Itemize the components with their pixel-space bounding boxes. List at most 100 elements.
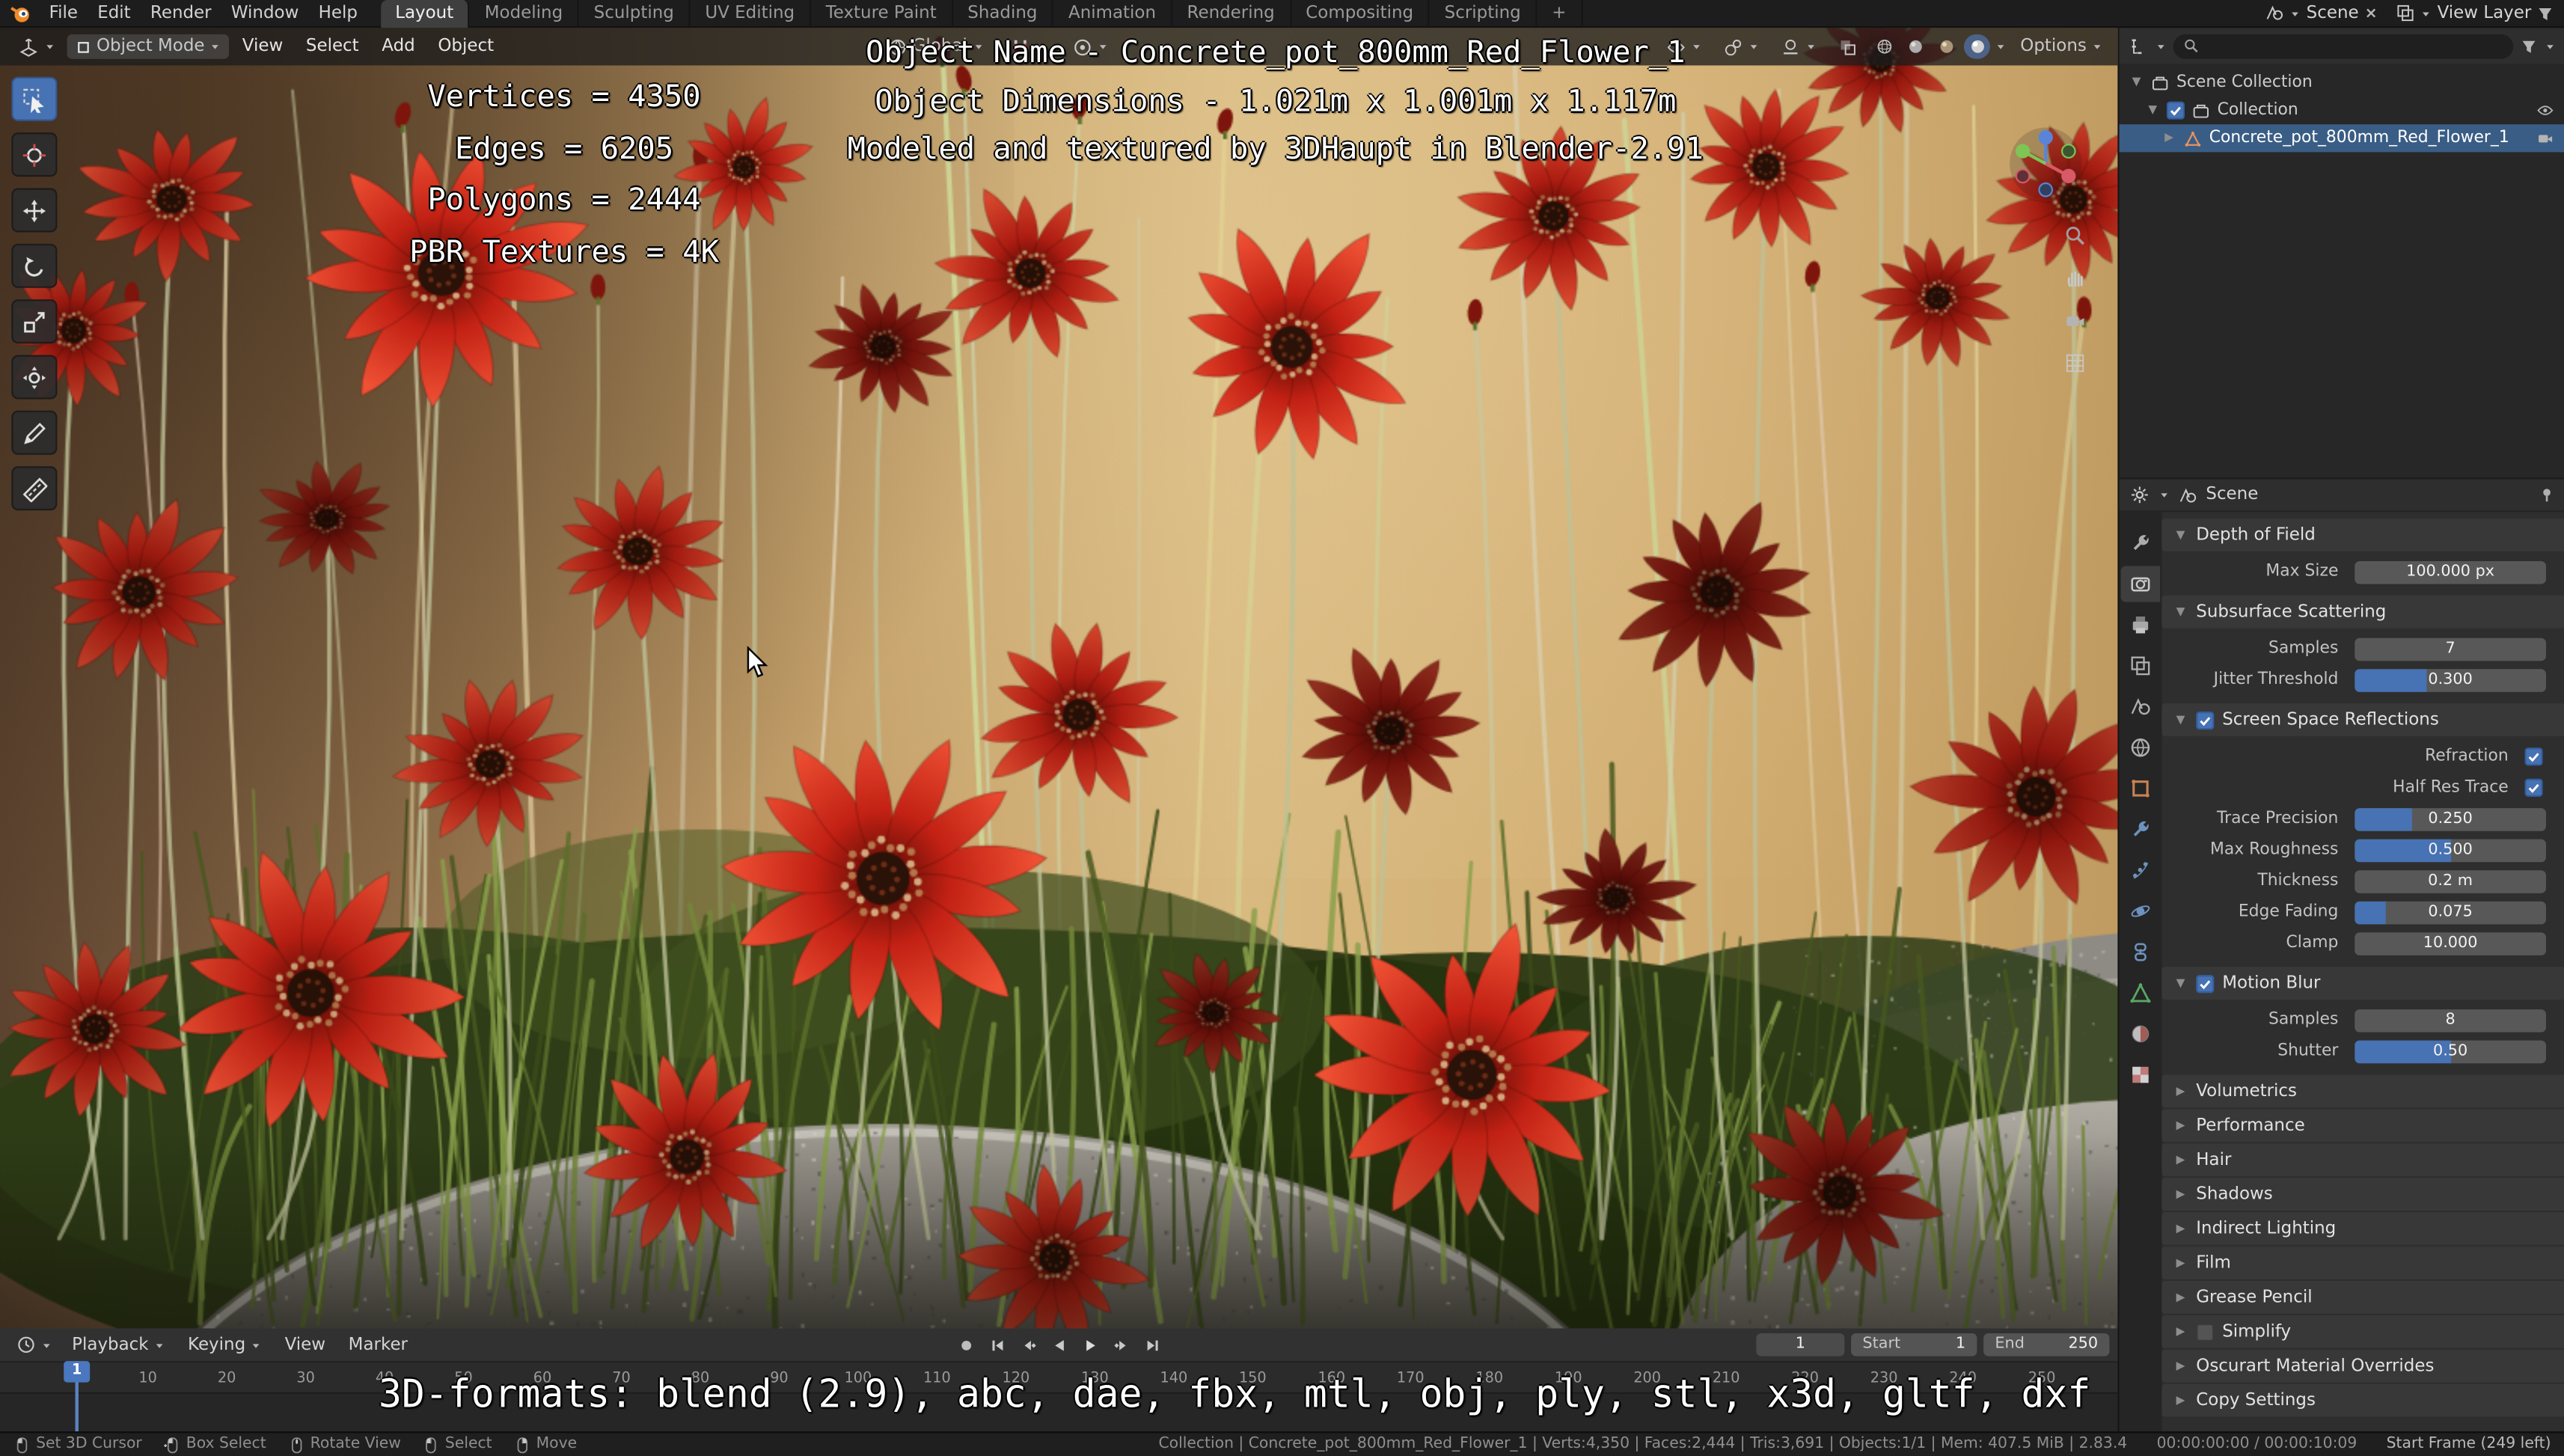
panel-screen-space-reflections[interactable]: ▼ Screen Space Reflections bbox=[2161, 703, 2564, 736]
tab-compositing[interactable]: Compositing bbox=[1291, 0, 1430, 28]
checkbox-refraction[interactable] bbox=[2524, 747, 2543, 766]
panel-expander-icon[interactable]: ▶ bbox=[2173, 1119, 2188, 1131]
panel-expander-icon[interactable]: ▶ bbox=[2173, 1359, 2188, 1371]
tool-move[interactable] bbox=[11, 188, 58, 233]
slider-max-roughness[interactable]: 0.500 bbox=[2355, 838, 2546, 862]
tool-scale[interactable] bbox=[11, 299, 58, 344]
properties-tab-render[interactable] bbox=[2120, 566, 2161, 602]
scene-selector[interactable]: Scene bbox=[2265, 3, 2380, 22]
panel-performance[interactable]: ▶ Performance bbox=[2161, 1109, 2564, 1143]
field-samples[interactable]: 7 bbox=[2355, 637, 2546, 661]
panel-simplify[interactable]: ▶ Simplify bbox=[2161, 1315, 2564, 1348]
transport-skip-end-button[interactable] bbox=[1138, 1333, 1166, 1357]
transport-skip-start-button[interactable] bbox=[983, 1333, 1011, 1357]
panel-expander-icon[interactable]: ▶ bbox=[2173, 1256, 2188, 1268]
transport-play-button[interactable] bbox=[1076, 1333, 1104, 1357]
field-thickness[interactable]: 0.2 m bbox=[2355, 869, 2546, 893]
menu-help[interactable]: Help bbox=[308, 0, 367, 27]
properties-tab-object[interactable] bbox=[2121, 771, 2160, 807]
panel-expander-icon[interactable]: ▶ bbox=[2173, 1153, 2188, 1166]
shading-sphere-mat[interactable] bbox=[1933, 34, 1959, 59]
toggle-camera-icon[interactable] bbox=[2536, 129, 2554, 147]
properties-tab-particles[interactable] bbox=[2121, 852, 2160, 888]
current-frame-field[interactable]: 1 bbox=[1756, 1333, 1845, 1356]
panel-motion-blur[interactable]: ▼ Motion Blur bbox=[2161, 967, 2564, 1000]
properties-tab-output[interactable] bbox=[2121, 607, 2160, 643]
shading-sphere-solid[interactable] bbox=[1903, 34, 1929, 59]
timeline-editor-button[interactable] bbox=[8, 1332, 61, 1358]
panel-expander-icon[interactable]: ▼ bbox=[2173, 976, 2188, 988]
panel-subsurface-scattering[interactable]: ▼ Subsurface Scattering bbox=[2161, 595, 2564, 628]
tool-annotate[interactable] bbox=[11, 410, 58, 455]
tab-rendering[interactable]: Rendering bbox=[1172, 0, 1291, 28]
panel-checkbox-screen-space-reflections[interactable] bbox=[2196, 711, 2215, 729]
timeline-menu-view[interactable]: View bbox=[273, 1328, 337, 1361]
mode-selector[interactable]: Object Mode bbox=[67, 34, 230, 59]
panel-expander-icon[interactable]: ▶ bbox=[2173, 1187, 2188, 1199]
nav-zoom-button[interactable] bbox=[2063, 224, 2087, 248]
menu-file[interactable]: File bbox=[39, 0, 88, 27]
blender-menu-button[interactable] bbox=[10, 1, 33, 25]
tab-scripting[interactable]: Scripting bbox=[1430, 0, 1538, 28]
playhead[interactable]: 1 bbox=[64, 1361, 91, 1432]
tab-texture-paint[interactable]: Texture Paint bbox=[811, 0, 953, 28]
shading-sphere-rend[interactable] bbox=[1964, 34, 1991, 59]
outliner-row-concrete-pot-800mm-red-flower-1[interactable]: ▶ Concrete_pot_800mm_Red_Flower_1 bbox=[2119, 124, 2564, 153]
tab-uv-editing[interactable]: UV Editing bbox=[691, 0, 811, 28]
panel-expander-icon[interactable]: ▶ bbox=[2173, 1291, 2188, 1303]
expander-icon[interactable]: ▼ bbox=[2129, 76, 2144, 88]
panel-depth-of-field[interactable]: ▼ Depth of Field bbox=[2161, 519, 2564, 551]
viewport-menu-add[interactable]: Add bbox=[372, 38, 425, 55]
properties-tab-modifiers[interactable] bbox=[2121, 812, 2160, 848]
tab-modeling[interactable]: Modeling bbox=[470, 0, 580, 28]
panel-expander-icon[interactable]: ▶ bbox=[2173, 1394, 2188, 1406]
panel-expander-icon[interactable]: ▶ bbox=[2173, 1085, 2188, 1097]
properties-tab-tool[interactable] bbox=[2121, 525, 2160, 561]
properties-tab-constraints[interactable] bbox=[2121, 934, 2160, 970]
tool-cursor3d[interactable] bbox=[11, 132, 58, 177]
shading-sphere-wire[interactable] bbox=[1871, 34, 1897, 59]
panel-expander-icon[interactable]: ▼ bbox=[2173, 713, 2188, 725]
viewport-menu-object[interactable]: Object bbox=[428, 38, 504, 55]
collection-checkbox[interactable] bbox=[2166, 101, 2185, 120]
transport-key-next-button[interactable] bbox=[1107, 1333, 1135, 1357]
slider-trace-precision[interactable]: 0.250 bbox=[2355, 807, 2546, 831]
panel-oscurart-material-overrides[interactable]: ▶ Oscurart Material Overrides bbox=[2161, 1349, 2564, 1383]
field-max-size[interactable]: 100.000 px bbox=[2355, 560, 2546, 584]
panel-checkbox-simplify[interactable] bbox=[2196, 1322, 2215, 1341]
tab-layout[interactable]: Layout bbox=[380, 0, 471, 28]
navigation-gizmo[interactable] bbox=[2008, 126, 2084, 205]
nav-hand-button[interactable] bbox=[2063, 266, 2087, 290]
outliner-row-collection[interactable]: ▼ Collection bbox=[2120, 97, 2564, 124]
panel-shadows[interactable]: ▶ Shadows bbox=[2161, 1178, 2564, 1211]
panel-volumetrics[interactable]: ▶ Volumetrics bbox=[2161, 1074, 2564, 1108]
start-frame-field[interactable]: Start 1 bbox=[1851, 1333, 1977, 1356]
field-clamp[interactable]: 10.000 bbox=[2355, 932, 2546, 955]
slider-shutter[interactable]: 0.50 bbox=[2355, 1039, 2546, 1063]
viewport-menu-view[interactable]: View bbox=[233, 38, 293, 55]
editor-type-button[interactable] bbox=[10, 33, 64, 61]
end-frame-field[interactable]: End 250 bbox=[1983, 1333, 2110, 1356]
panel-grease-pencil[interactable]: ▶ Grease Pencil bbox=[2161, 1281, 2564, 1314]
panel-indirect-lighting[interactable]: ▶ Indirect Lighting bbox=[2161, 1212, 2564, 1245]
properties-tab-world[interactable] bbox=[2121, 729, 2160, 765]
menu-window[interactable]: Window bbox=[221, 0, 309, 27]
outliner-search-input[interactable] bbox=[2173, 33, 2514, 58]
tab-shading[interactable]: Shading bbox=[953, 0, 1054, 28]
panel-copy-settings[interactable]: ▶ Copy Settings bbox=[2161, 1383, 2564, 1417]
panel-expander-icon[interactable]: ▼ bbox=[2173, 605, 2188, 617]
options-button[interactable]: Options bbox=[2012, 34, 2111, 58]
menu-edit[interactable]: Edit bbox=[88, 0, 141, 27]
viewport-render[interactable] bbox=[0, 28, 2118, 1329]
panel-expander-icon[interactable]: ▶ bbox=[2173, 1222, 2188, 1234]
properties-tab-scene[interactable] bbox=[2121, 689, 2160, 725]
timeline-menu-marker[interactable]: Marker bbox=[337, 1328, 419, 1361]
tab-animation[interactable]: Animation bbox=[1053, 0, 1172, 28]
timeline-menu-keying[interactable]: Keying bbox=[177, 1328, 274, 1361]
properties-tab-viewlayer[interactable] bbox=[2121, 648, 2160, 684]
panel-checkbox-motion-blur[interactable] bbox=[2196, 974, 2215, 993]
tab-sculpting[interactable]: Sculpting bbox=[579, 0, 691, 28]
checkbox-half-res-trace[interactable] bbox=[2524, 778, 2543, 797]
menu-render[interactable]: Render bbox=[141, 0, 221, 27]
viewport-menu-select[interactable]: Select bbox=[296, 38, 369, 55]
